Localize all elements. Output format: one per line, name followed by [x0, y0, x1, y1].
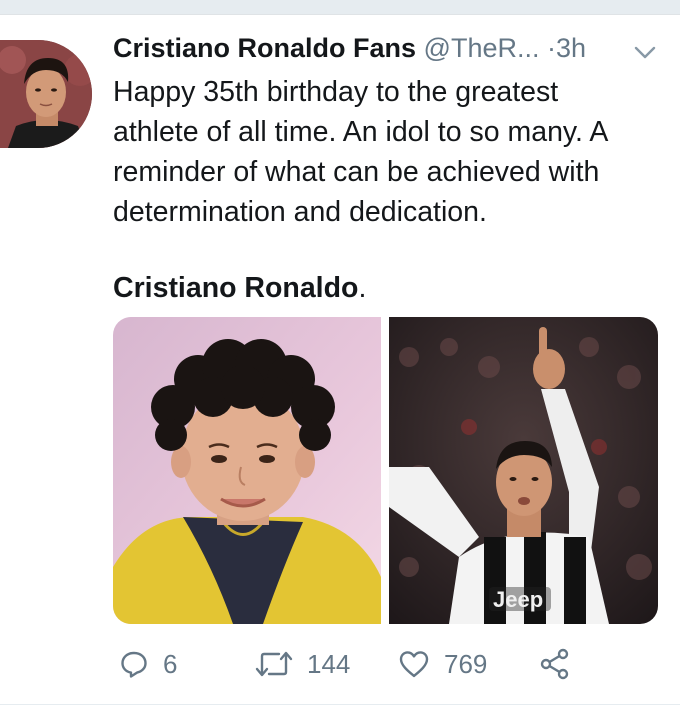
top-divider [0, 14, 680, 15]
avatar[interactable] [0, 40, 92, 148]
signoff-period: . [358, 272, 367, 304]
like-button[interactable]: 769 [398, 644, 487, 684]
tweet-media: Jeep [113, 317, 658, 624]
chevron-down-icon[interactable] [633, 44, 657, 62]
media-photo-childhood[interactable] [113, 317, 381, 624]
retweet-icon [255, 649, 293, 679]
separator-dot: · [547, 33, 556, 63]
retweet-button[interactable]: 144 [255, 644, 350, 684]
reply-icon [119, 649, 149, 679]
tweet-signoff: Cristiano Ronaldo. [113, 268, 366, 308]
top-band [0, 0, 680, 14]
signoff-name: Cristiano Ronaldo [113, 272, 359, 304]
tweet-actions: 6 144 769 [113, 644, 673, 684]
like-count: 769 [444, 648, 488, 679]
avatar-image [0, 40, 92, 148]
tweet-text: Happy 35th birthday to the greatest athl… [113, 76, 609, 228]
share-button[interactable] [539, 644, 571, 684]
reply-button[interactable]: 6 [119, 644, 177, 684]
retweet-count: 144 [307, 648, 351, 679]
reply-count: 6 [163, 648, 178, 679]
media-photo-celebration[interactable]: Jeep [389, 317, 658, 624]
jersey-logo-text: Jeep [493, 587, 543, 612]
user-handle[interactable]: @TheR... [424, 33, 540, 63]
heart-icon [398, 649, 430, 679]
tweet-header: Cristiano Ronaldo Fans @TheR... ·3h [113, 30, 673, 66]
tweet-time[interactable]: 3h [556, 33, 586, 63]
bottom-divider [0, 704, 680, 705]
display-name[interactable]: Cristiano Ronaldo Fans [113, 33, 416, 63]
share-icon [539, 648, 571, 680]
